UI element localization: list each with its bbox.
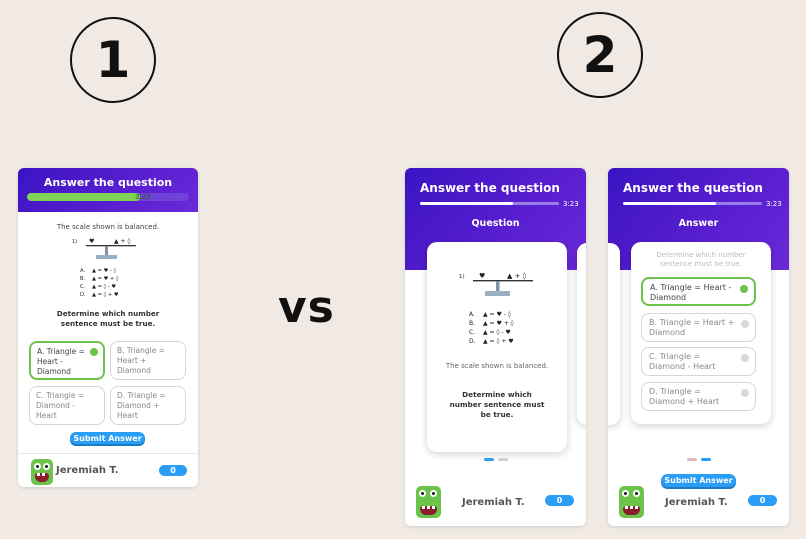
option-a[interactable]: A. Triangle = Heart - Diamond: [29, 341, 105, 380]
option-b[interactable]: B. Triangle = Heart + Diamond: [641, 313, 756, 342]
option-c-label: C. Triangle = Diamond - Heart: [649, 352, 716, 372]
progress-fill: [420, 202, 514, 205]
option-b-radio-icon: [741, 320, 749, 328]
progress-track: [420, 202, 559, 205]
option-c-label: C. Triangle = Diamond - Heart: [36, 391, 85, 420]
section-title: Question: [471, 218, 520, 229]
score-badge: 0: [545, 495, 574, 506]
header-title: Answer the question: [420, 181, 560, 195]
figure-row-letter: B.: [469, 320, 475, 327]
timer-label: 3:23: [135, 193, 151, 201]
figure-row-equation: ▲ = ◊ - ♥: [92, 283, 116, 290]
header: Answer the question 3:23: [18, 168, 198, 212]
question-prompt: Determine which number sentence must be …: [449, 390, 545, 419]
option-b-label: B. Triangle = Heart + Diamond: [117, 346, 166, 375]
question-prompt: Determine which number sentence must be …: [56, 309, 160, 328]
progress-fill: [623, 202, 717, 205]
figure-row-equation: ▲ = ♥ + ◊: [483, 320, 514, 327]
screen-version-one: Answer the question 3:23 The scale shown…: [18, 168, 198, 487]
question-card[interactable]: 1) ♥ ▲ + ◊ A. ▲ = ♥ - ◊ B. ▲ = ♥ + ◊ C. ▲ = ◊…: [427, 242, 567, 452]
option-b-label: B. Triangle = Heart + Diamond: [649, 318, 735, 338]
player-name: Jeremiah T.: [462, 497, 525, 508]
figure-row-letter: B.: [80, 276, 86, 282]
player-name: Jeremiah T.: [56, 465, 119, 476]
progress-track: [623, 202, 762, 205]
screen-version-two-question: Answer the question 3:23 Question 1) ♥ ▲…: [405, 168, 586, 526]
svg-text:♥: ♥: [89, 238, 94, 245]
score-badge: 0: [159, 465, 187, 476]
scale-figure: 1) ♥ ▲ + ◊ A. ▲ = ♥ - ◊ B. ▲ = ♥ + ◊ C. ▲ = ◊…: [459, 272, 533, 345]
monster-avatar-icon: [31, 459, 53, 485]
figure-row-equation: ▲ = ◊ + ♥: [92, 291, 119, 298]
player-name: Jeremiah T.: [665, 497, 728, 508]
score-badge: 0: [748, 495, 777, 506]
option-a-label: A. Triangle = Heart - Diamond: [650, 283, 732, 303]
submit-answer-button[interactable]: Submit Answer: [70, 432, 145, 444]
option-a[interactable]: A. Triangle = Heart - Diamond: [641, 277, 756, 306]
figure-row-letter: D.: [80, 292, 86, 298]
screen-version-two-answer: Answer the question 3:23 Answer Determin…: [608, 168, 789, 526]
figure-row-equation: ▲ = ♥ - ◊: [483, 311, 511, 318]
svg-text:1): 1): [459, 274, 465, 280]
figure-row-equation: ▲ = ♥ - ◊: [92, 267, 116, 274]
option-d[interactable]: D. Triangle = Diamond + Heart: [641, 382, 756, 411]
option-c[interactable]: C. Triangle = Diamond - Heart: [641, 347, 756, 376]
player-bar: Jeremiah T. 0: [405, 482, 586, 526]
option-b[interactable]: B. Triangle = Heart + Diamond: [110, 341, 186, 380]
page-dot-active[interactable]: [701, 458, 711, 461]
figure-row-letter: A.: [469, 311, 475, 318]
option-d-radio-icon: [741, 389, 749, 397]
option-c-radio-icon: [741, 354, 749, 362]
versus-label: vs: [278, 282, 335, 333]
option-d-label: D. Triangle = Diamond + Heart: [649, 387, 720, 407]
monster-avatar-icon: [619, 486, 644, 518]
figure-row-letter: D.: [469, 338, 476, 345]
peek-card: [608, 243, 620, 425]
option-d[interactable]: D. Triangle = Diamond + Heart: [110, 386, 186, 425]
svg-text:♥: ♥: [479, 272, 485, 280]
option-a-radio-icon: [90, 348, 98, 356]
answer-card: Determine which number sentence must be …: [631, 242, 771, 424]
question-premise: The scale shown is balanced.: [445, 362, 549, 370]
header-title: Answer the question: [43, 176, 173, 189]
svg-text:1): 1): [72, 239, 77, 245]
figure-row-letter: C.: [469, 329, 475, 336]
page-dot[interactable]: [687, 458, 697, 461]
figure-row-equation: ▲ = ♥ + ◊: [92, 275, 119, 282]
option-a-radio-icon: [740, 285, 748, 293]
page-dot-active[interactable]: [484, 458, 494, 461]
monster-avatar-icon: [416, 486, 441, 518]
timer-label: 3:23: [766, 200, 782, 208]
option-a-label: A. Triangle = Heart - Diamond: [37, 347, 85, 376]
svg-text:▲ + ◊: ▲ + ◊: [507, 272, 527, 280]
section-title: Answer: [678, 218, 719, 229]
question-premise: The scale shown is balanced.: [56, 223, 160, 231]
player-bar: Jeremiah T. 0: [608, 482, 789, 526]
question-prompt-faded: Determine which number sentence must be …: [656, 251, 746, 269]
header-title: Answer the question: [623, 181, 763, 195]
figure-row-letter: C.: [80, 284, 86, 290]
progress-fill: [27, 193, 141, 201]
option-c[interactable]: C. Triangle = Diamond - Heart: [29, 386, 105, 425]
timer-label: 3:23: [563, 200, 579, 208]
figure-row-equation: ▲ = ◊ + ♥: [483, 338, 514, 345]
version-one-badge: 1: [70, 17, 156, 103]
page-dot[interactable]: [498, 458, 508, 461]
peek-card: [577, 243, 586, 425]
scale-figure: 1) ♥ ▲ + ◊ A. ▲ = ♥ - ◊ B. ▲ = ♥ + ◊ C. ▲ = ◊…: [72, 238, 136, 298]
svg-text:▲ + ◊: ▲ + ◊: [114, 238, 130, 245]
option-d-label: D. Triangle = Diamond + Heart: [117, 391, 166, 420]
progress-track: 3:23: [27, 193, 189, 201]
figure-row-letter: A.: [80, 268, 85, 274]
version-two-badge: 2: [557, 12, 643, 98]
figure-row-equation: ▲ = ◊ - ♥: [483, 329, 511, 336]
player-bar: Jeremiah T. 0: [18, 453, 198, 487]
